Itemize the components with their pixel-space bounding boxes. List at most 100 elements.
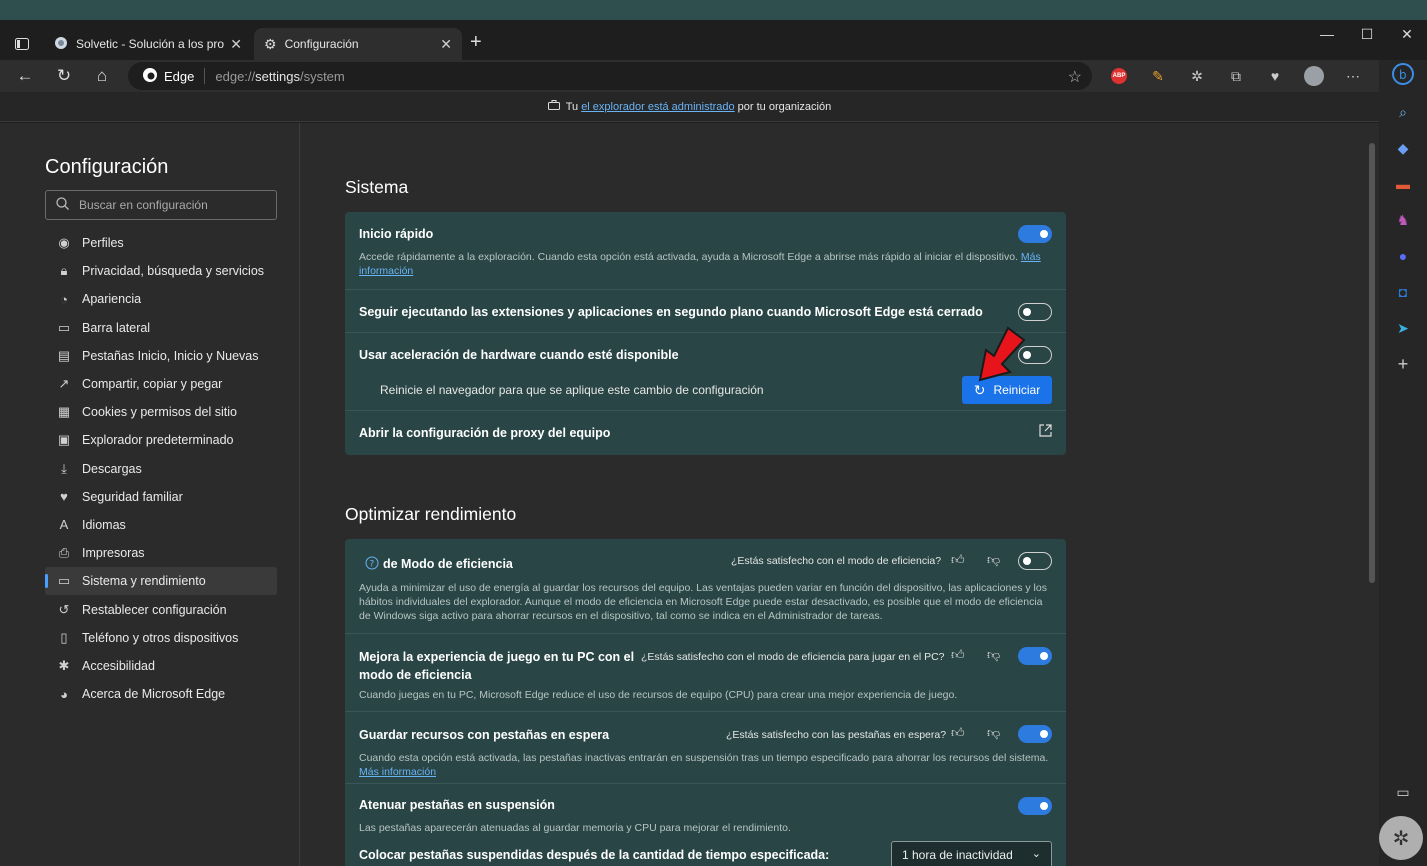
tag-icon[interactable]: ◆ [1391,136,1415,160]
managed-link[interactable]: el explorador está administrado [581,101,734,113]
thumbs-down-icon[interactable]: 👎︎ [987,647,1000,663]
close-icon[interactable]: ✕ [440,36,452,53]
sidebar-item-7[interactable]: ▣ Explorador predeterminado [45,426,277,454]
gear-icon: ⚙ [264,35,277,52]
search-icon[interactable]: ⌕ [1391,100,1415,124]
search-icon [56,197,69,213]
back-icon[interactable]: ← [13,64,37,88]
search-input[interactable]: Buscar en configuración [45,190,277,220]
edge-sidebar: b ⌕ ◆ ▬ ♞ ● ◘ ➤ + ▭ [1379,60,1427,866]
more-info-link[interactable]: Más información [359,766,436,778]
tab-configuracion[interactable]: ⚙ Configuración ✕ [254,28,462,60]
sidebar-item-label: Apariencia [82,292,142,307]
home-icon[interactable]: ⌂ [90,64,114,88]
outlook-icon[interactable]: ◘ [1391,280,1415,304]
sidebar-item-label: Impresoras [82,546,145,561]
sidebar-item-3[interactable]: ▭ Barra lateral [45,314,277,342]
url-path: settings [255,68,300,84]
bing-icon[interactable]: b [1391,62,1415,86]
sidebar-item-6[interactable]: ▦ Cookies y permisos del sitio [45,398,277,426]
sidebar-item-label: Compartir, copiar y pegar [82,377,223,392]
system-icon: ▭ [57,573,71,589]
sidebar-item-11[interactable]: ⎙ Impresoras [45,539,277,567]
settings-main: Sistema Inicio rápido Accede rápidamente… [301,123,1367,866]
sleep-after-row: Colocar pestañas suspendidas después de … [345,836,1066,866]
minimize-icon[interactable]: — [1307,26,1347,43]
thumbs-down-icon[interactable]: 👎︎ [987,552,1000,568]
external-link-icon[interactable] [1039,424,1052,442]
sidebar-item-16[interactable]: ◕ Acerca de Microsoft Edge [45,680,277,708]
games-icon[interactable]: ♞ [1391,208,1415,232]
performance-icon[interactable]: ♥ [1264,65,1286,87]
office-icon[interactable]: ● [1391,244,1415,268]
extensions-icon[interactable]: ✲ [1186,65,1208,87]
sidebar-item-4[interactable]: ▤ Pestañas Inicio, Inicio y Nuevas [45,342,277,370]
sidebar-item-9[interactable]: ♥ Seguridad familiar [45,483,277,511]
thumbs-up-icon[interactable]: 👍︎ [951,647,965,663]
sidebar-item-label: Cookies y permisos del sitio [82,405,237,420]
efficiency-toggle[interactable] [1018,552,1052,570]
restart-message: Reinicie el navegador para que se apliqu… [380,383,764,397]
adblock-icon[interactable]: ABP [1108,65,1130,87]
more-menu-icon[interactable]: ⋯ [1342,65,1364,87]
sidebar-item-10[interactable]: A Idiomas [45,511,277,539]
scrollbar[interactable] [1369,143,1375,583]
gaming-toggle[interactable] [1018,647,1052,665]
sidebar-item-label: Teléfono y otros dispositivos [82,630,239,645]
add-icon[interactable]: + [1391,352,1415,376]
accessibility-icon: ✱ [58,657,70,673]
sidebar-item-13[interactable]: ↺ Restablecer configuración [45,595,277,623]
send-icon[interactable]: ➤ [1391,316,1415,340]
tab-actions-icon[interactable] [10,32,34,56]
sidebar-item-5[interactable]: ↗ Compartir, copiar y pegar [45,370,277,398]
fade-tabs-title: Atenuar pestañas en suspensión [359,798,555,812]
extension-pen-icon[interactable]: ✎ [1147,65,1169,87]
startup-boost-toggle[interactable] [1018,225,1052,243]
refresh-icon[interactable]: ↻ [52,64,76,88]
infobar-suffix: por tu organización [737,100,832,113]
page-title: Configuración [45,156,169,178]
sidebar-item-label: Accesibilidad [82,658,155,673]
profile-avatar[interactable] [1303,65,1325,87]
thumbs-up-icon[interactable]: 👍︎ [951,725,965,741]
sidebar-toggle-icon[interactable]: ▭ [1391,780,1415,804]
thumbs-down-icon[interactable]: 👎︎ [987,725,1000,741]
palette-icon: ◔ [60,291,68,307]
collections-icon[interactable]: ⧉ [1225,65,1247,87]
sidebar-item-15[interactable]: ✱ Accesibilidad [45,652,277,680]
watermark-logo-icon: ✲ [1379,816,1423,860]
toolbox-icon[interactable]: ▬ [1391,172,1415,196]
fade-tabs-toggle[interactable] [1018,797,1052,815]
background-apps-toggle[interactable] [1018,303,1052,321]
more-info-link-2[interactable]: información [359,265,413,277]
proxy-row[interactable]: Abrir la configuración de proxy del equi… [345,411,1066,455]
tab-title: Configuración [284,37,359,51]
more-info-link[interactable]: Más [1021,251,1041,263]
tab-solvetic[interactable]: Solvetic - Solución a los problem ✕ [44,28,252,60]
annotation-arrow-icon [968,326,1026,389]
sidebar-item-2[interactable]: ◔ Apariencia [45,285,277,313]
sidebar-item-1[interactable]: 🔒︎ Privacidad, búsqueda y servicios [45,257,277,285]
performance-card: ? de Modo de eficiencia ¿Estás satisfech… [345,539,1066,866]
gaming-question: ¿Estás satisfecho con el modo de eficien… [641,651,945,663]
lock-icon: 🔒︎ [60,263,68,279]
gaming-title: Mejora la experiencia de juego en tu PC … [359,650,635,682]
help-icon[interactable]: ? [365,556,379,575]
thumbs-up-icon[interactable]: 👍︎ [951,552,965,568]
reset-icon: ↺ [58,601,70,617]
sleep-after-select[interactable]: 1 hora de inactividad ⌄ [891,841,1052,866]
new-tab-button[interactable]: + [470,32,482,52]
sidebar-item-12[interactable]: ▭ Sistema y rendimiento [45,567,277,596]
close-icon[interactable]: ✕ [230,36,242,53]
favorite-star-icon[interactable]: ☆ [1068,67,1082,87]
profile-icon: ◉ [58,235,70,251]
maximize-icon[interactable]: ☐ [1347,26,1387,43]
address-bar[interactable]: Edge edge:// settings /system ☆ [128,62,1092,90]
divider [204,68,206,84]
sidebar-item-14[interactable]: ▯ Teléfono y otros dispositivos [45,624,277,652]
close-window-icon[interactable]: ✕ [1387,26,1427,43]
sleeping-tabs-row: Guardar recursos con pestañas en espera … [345,712,1066,784]
sidebar-item-8[interactable]: ⤓ Descargas [45,455,277,483]
sleeping-tabs-toggle[interactable] [1018,725,1052,743]
sidebar-item-0[interactable]: ◉ Perfiles [45,229,277,257]
